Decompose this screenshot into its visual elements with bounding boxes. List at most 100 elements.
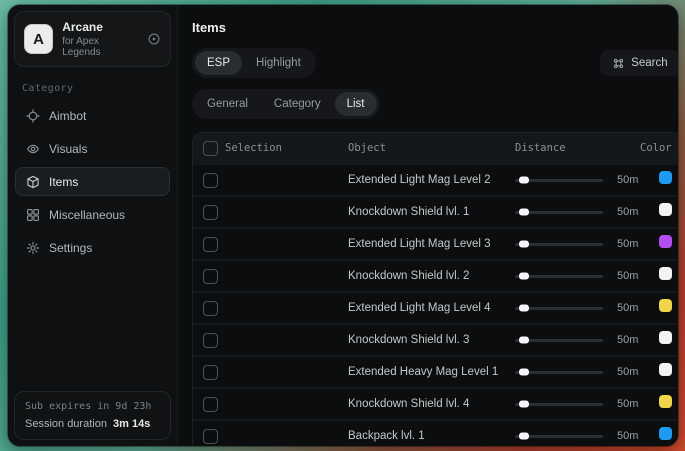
sidebar-item-aimbot[interactable]: Aimbot [15, 101, 170, 130]
distance-slider[interactable] [515, 179, 603, 182]
row-checkbox[interactable] [203, 397, 218, 412]
slider-thumb[interactable] [519, 305, 529, 312]
tab-category[interactable]: Category [262, 92, 333, 116]
distance-cell: 50m [515, 206, 640, 218]
table-row: Extended Light Mag Level 4 50m [193, 291, 678, 323]
column-distance: Distance [515, 142, 640, 154]
sub-expiry-text: Sub expires in 9d 23h [25, 401, 160, 412]
slider-thumb[interactable] [519, 177, 529, 184]
main-panel: Items ESPHighlight Search GeneralCategor… [178, 5, 678, 446]
session-duration-value: 3m 14s [113, 418, 150, 430]
object-name: Extended Heavy Mag Level 1 [348, 366, 515, 378]
sidebar-item-label: Miscellaneous [49, 208, 125, 222]
distance-slider[interactable] [515, 339, 603, 342]
search-button[interactable]: Search [600, 50, 678, 76]
app-subtitle: for Apex Legends [62, 36, 138, 58]
session-duration: Session duration 3m 14s [25, 418, 160, 430]
sidebar-item-items[interactable]: Items [15, 167, 170, 196]
table-row: Knockdown Shield lvl. 350m [193, 323, 678, 355]
column-color: Color [640, 142, 672, 154]
box-icon [25, 175, 40, 189]
sidebar-item-label: Visuals [49, 142, 87, 156]
row-checkbox[interactable] [203, 269, 218, 284]
distance-value: 50m [617, 270, 638, 282]
emblem-icon[interactable] [147, 32, 161, 46]
color-swatch[interactable] [659, 235, 672, 248]
tab-highlight[interactable]: Highlight [244, 51, 313, 75]
app-header: A Arcane for Apex Legends [14, 11, 171, 67]
distance-slider[interactable] [515, 307, 603, 310]
tab-general[interactable]: General [195, 92, 260, 116]
app-window: A Arcane for Apex Legends Category Aimbo… [8, 5, 678, 446]
distance-slider[interactable] [515, 435, 603, 438]
distance-value: 50m [617, 366, 638, 378]
distance-slider[interactable] [515, 403, 603, 406]
row-checkbox[interactable] [203, 301, 218, 316]
row-checkbox[interactable] [203, 365, 218, 380]
distance-cell: 50m [515, 366, 640, 378]
table-row: Knockdown Shield lvl. 450m [193, 387, 678, 419]
color-swatch[interactable] [659, 267, 672, 280]
object-name: Backpack lvl. 1 [348, 430, 515, 442]
color-cell [640, 363, 672, 381]
table-row: Extended Light Mag Level 250m [193, 163, 678, 195]
distance-value: 50m [617, 302, 638, 314]
sidebar-item-visuals[interactable]: Visuals [15, 134, 170, 163]
slider-thumb[interactable] [519, 241, 529, 248]
sidebar-item-settings[interactable]: Settings [15, 233, 170, 262]
distance-slider[interactable] [515, 275, 603, 278]
sidebar-item-label: Items [49, 175, 78, 189]
color-cell [640, 171, 672, 189]
session-duration-label: Session duration [25, 418, 107, 430]
color-swatch[interactable] [659, 299, 672, 312]
slider-thumb[interactable] [519, 337, 529, 344]
distance-slider[interactable] [515, 211, 603, 214]
color-swatch[interactable] [659, 363, 672, 376]
row-checkbox[interactable] [203, 173, 218, 188]
distance-cell: 50m [515, 174, 640, 186]
session-info-card: Sub expires in 9d 23h Session duration 3… [14, 391, 171, 440]
distance-slider[interactable] [515, 243, 603, 246]
distance-cell: 50m [515, 238, 640, 250]
select-all-checkbox[interactable] [203, 141, 218, 156]
tab-esp[interactable]: ESP [195, 51, 242, 75]
row-checkbox[interactable] [203, 429, 218, 444]
grid-icon [25, 208, 40, 222]
row-checkbox[interactable] [203, 237, 218, 252]
command-icon [613, 58, 624, 69]
table-body: Extended Light Mag Level 250m Knockdown S… [193, 163, 678, 446]
slider-thumb[interactable] [519, 401, 529, 408]
object-name: Knockdown Shield lvl. 4 [348, 398, 515, 410]
color-swatch[interactable] [659, 331, 672, 344]
slider-thumb[interactable] [519, 369, 529, 376]
color-swatch[interactable] [659, 427, 672, 440]
color-swatch[interactable] [659, 395, 672, 408]
sidebar-item-miscellaneous[interactable]: Miscellaneous [15, 200, 170, 229]
color-swatch[interactable] [659, 171, 672, 184]
object-name: Extended Light Mag Level 4 [348, 302, 515, 314]
slider-thumb[interactable] [519, 273, 529, 280]
mode-tab-group: ESPHighlight [192, 48, 316, 78]
eye-icon [25, 142, 40, 156]
row-checkbox[interactable] [203, 205, 218, 220]
row-checkbox[interactable] [203, 333, 218, 348]
items-table: Selection Object Distance Color Extended… [192, 132, 678, 446]
sidebar: A Arcane for Apex Legends Category Aimbo… [8, 5, 178, 446]
crosshair-icon [25, 109, 40, 123]
color-cell [640, 299, 672, 317]
slider-thumb[interactable] [519, 209, 529, 216]
sidebar-nav: Aimbot Visuals Items Miscellaneous Settings [14, 101, 171, 262]
table-row: Extended Heavy Mag Level 1 50m [193, 355, 678, 387]
slider-thumb[interactable] [519, 433, 529, 440]
app-title: Arcane [62, 20, 138, 34]
distance-value: 50m [617, 430, 638, 442]
app-logo: A [24, 24, 53, 54]
distance-cell: 50m [515, 302, 640, 314]
color-swatch[interactable] [659, 203, 672, 216]
search-button-label: Search [631, 57, 667, 69]
distance-value: 50m [617, 334, 638, 346]
distance-cell: 50m [515, 270, 640, 282]
distance-value: 50m [617, 206, 638, 218]
tab-list[interactable]: List [335, 92, 377, 116]
distance-slider[interactable] [515, 371, 603, 374]
